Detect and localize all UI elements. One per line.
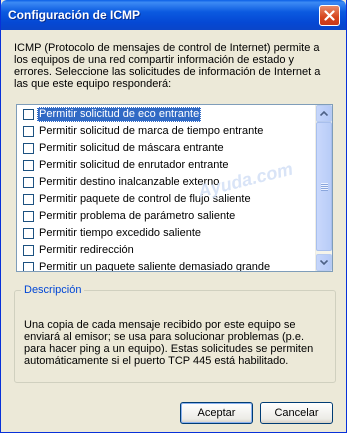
option-checkbox[interactable] bbox=[23, 177, 34, 188]
chevron-down-icon bbox=[320, 260, 328, 265]
cancel-button[interactable]: Cancelar bbox=[260, 402, 333, 424]
scrollbar-thumb[interactable] bbox=[316, 122, 332, 251]
vertical-scrollbar[interactable] bbox=[315, 105, 332, 271]
option-checkbox[interactable] bbox=[23, 160, 34, 171]
list-item[interactable]: Permitir paquete de control de flujo sal… bbox=[17, 191, 316, 208]
option-label: Permitir redirección bbox=[39, 244, 134, 256]
option-label: Permitir un paquete saliente demasiado g… bbox=[39, 261, 271, 272]
option-checkbox[interactable] bbox=[23, 211, 34, 222]
description-text: Una copia de cada mensaje recibido por e… bbox=[24, 319, 314, 367]
option-checkbox[interactable] bbox=[23, 194, 34, 205]
title-bar[interactable]: Configuración de ICMP bbox=[1, 0, 346, 30]
option-label: Permitir solicitud de eco entrante bbox=[37, 107, 202, 122]
intro-text: ICMP (Protocolo de mensajes de control d… bbox=[14, 42, 321, 90]
list-item[interactable]: Permitir destino inalcanzable externo bbox=[17, 174, 316, 191]
window-title: Configuración de ICMP bbox=[8, 8, 140, 22]
list-item[interactable]: Permitir redirección bbox=[17, 242, 316, 259]
list-item[interactable]: Permitir tiempo excedido saliente bbox=[17, 225, 316, 242]
option-label: Permitir problema de parámetro saliente bbox=[39, 210, 236, 222]
option-checkbox[interactable] bbox=[23, 228, 34, 239]
option-label: Permitir solicitud de marca de tiempo en… bbox=[39, 125, 264, 137]
option-label: Permitir destino inalcanzable externo bbox=[39, 176, 220, 188]
description-groupbox: Descripción Una copia de cada mensaje re… bbox=[14, 284, 336, 383]
option-checkbox[interactable] bbox=[23, 143, 34, 154]
list-item[interactable]: Permitir solicitud de enrutador entrante bbox=[17, 157, 316, 174]
option-label: Permitir tiempo excedido saliente bbox=[39, 227, 202, 239]
option-label: Permitir paquete de control de flujo sal… bbox=[39, 193, 251, 205]
close-icon bbox=[324, 10, 335, 21]
description-title: Descripción bbox=[21, 284, 85, 296]
option-label: Permitir solicitud de enrutador entrante bbox=[39, 159, 229, 171]
list-item[interactable]: Permitir solicitud de marca de tiempo en… bbox=[17, 123, 316, 140]
close-button[interactable] bbox=[319, 5, 340, 26]
chevron-up-icon bbox=[320, 111, 328, 116]
list-item[interactable]: Permitir problema de parámetro saliente bbox=[17, 208, 316, 225]
scroll-down-button[interactable] bbox=[316, 254, 332, 271]
scroll-up-button[interactable] bbox=[316, 105, 332, 122]
icmp-options-list[interactable]: Permitir solicitud de eco entrante Permit… bbox=[16, 104, 333, 272]
list-item[interactable]: Permitir un paquete saliente demasiado g… bbox=[17, 259, 316, 272]
options-container: Permitir solicitud de eco entrante Permit… bbox=[17, 106, 316, 272]
option-checkbox[interactable] bbox=[23, 109, 34, 120]
option-checkbox[interactable] bbox=[23, 245, 34, 256]
option-checkbox[interactable] bbox=[23, 126, 34, 137]
icmp-settings-dialog: Configuración de ICMP ICMP (Protocolo de… bbox=[0, 0, 347, 433]
option-checkbox[interactable] bbox=[23, 262, 34, 271]
list-item[interactable]: Permitir solicitud de máscara entrante bbox=[17, 140, 316, 157]
list-item[interactable]: Permitir solicitud de eco entrante bbox=[17, 106, 316, 123]
scrollbar-grip-icon bbox=[320, 182, 328, 191]
accept-button[interactable]: Aceptar bbox=[180, 402, 253, 424]
option-label: Permitir solicitud de máscara entrante bbox=[39, 142, 224, 154]
